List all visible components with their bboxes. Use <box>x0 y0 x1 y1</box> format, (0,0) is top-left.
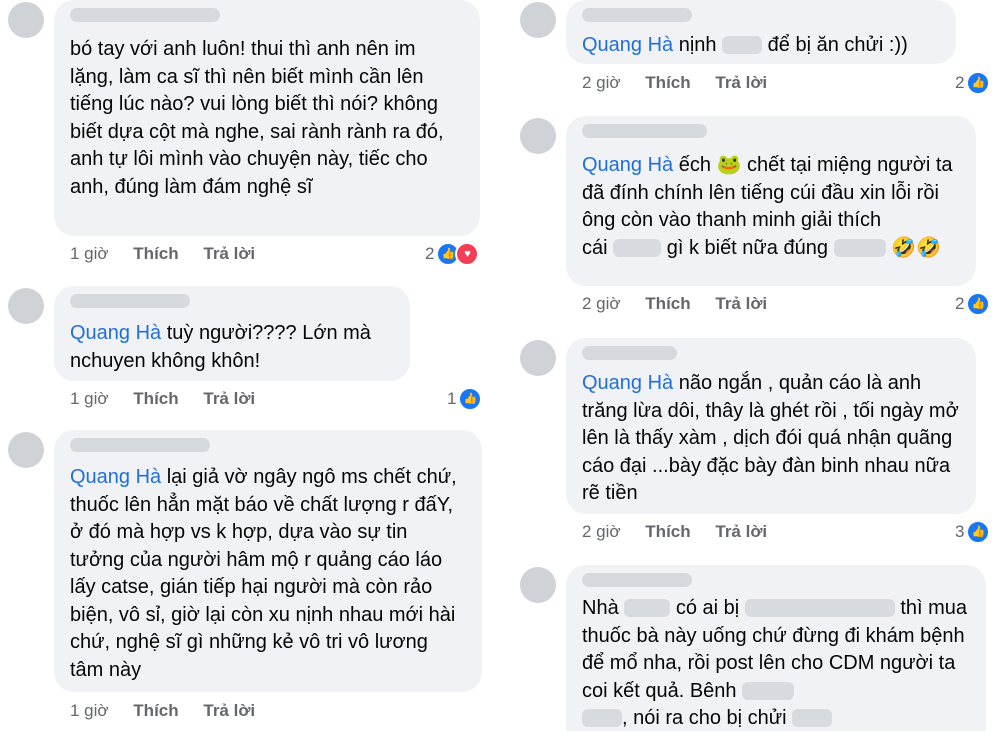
reaction-count: 2 <box>955 73 965 92</box>
timestamp[interactable]: 1 giờ <box>70 244 109 263</box>
reply-button[interactable]: Trả lời <box>715 522 767 541</box>
comment-bubble: Quang Hà nịnh để bị ăn chửi :)) <box>566 0 956 64</box>
blurred-text <box>742 681 795 700</box>
comment-bubble: Nhà có ai bị thì mua thuốc bà này uống c… <box>566 565 986 731</box>
avatar[interactable] <box>520 118 556 154</box>
author-name[interactable] <box>70 294 190 308</box>
comment-actions: 1 giờ Thích Trả lời <box>70 388 275 410</box>
comment-text: Quang Hà lại giả vờ ngây ngô ms chết chứ… <box>70 466 457 681</box>
reaction-count: 3 <box>955 522 965 541</box>
avatar[interactable] <box>520 567 556 603</box>
timestamp[interactable]: 2 giờ <box>582 294 621 313</box>
reaction-count: 1 <box>447 389 457 408</box>
mention-link[interactable]: Quang Hà <box>582 154 673 176</box>
comment-actions: 2 giờ Thích Trả lời <box>582 293 787 315</box>
mention-link[interactable]: Quang Hà <box>582 34 673 56</box>
reaction-count: 2 <box>425 244 435 263</box>
blurred-text <box>624 599 671 617</box>
author-name[interactable] <box>70 8 220 22</box>
like-icon: 👍 <box>966 71 991 95</box>
blurred-text <box>722 36 763 54</box>
author-name[interactable] <box>582 8 692 22</box>
like-button[interactable]: Thích <box>645 73 690 92</box>
like-icon: 👍 <box>966 520 991 544</box>
reaction-summary[interactable]: 2 👍 <box>955 292 991 316</box>
comment-actions: 2 giờ Thích Trả lời <box>582 521 787 543</box>
reaction-summary[interactable]: 2 👍 <box>955 71 991 95</box>
timestamp[interactable]: 2 giờ <box>582 73 621 92</box>
comment-text: Quang Hà ếch 🐸 chết tại miệng người ta đ… <box>582 154 953 259</box>
like-button[interactable]: Thích <box>133 244 178 263</box>
comment-text: Quang Hà tuỳ người???? Lớn mà nchuyen kh… <box>70 322 371 372</box>
comment-text: Nhà có ai bị thì mua thuốc bà này uống c… <box>582 597 968 729</box>
avatar[interactable] <box>8 432 44 468</box>
timestamp[interactable]: 1 giờ <box>70 389 109 408</box>
author-name[interactable] <box>582 124 707 138</box>
mention-link[interactable]: Quang Hà <box>582 372 673 394</box>
blurred-text <box>744 599 895 617</box>
avatar[interactable] <box>8 288 44 324</box>
like-button[interactable]: Thích <box>133 701 178 720</box>
like-button[interactable]: Thích <box>645 294 690 313</box>
like-icon: 👍 <box>966 292 991 316</box>
mention-link[interactable]: Quang Hà <box>70 322 161 344</box>
blurred-text <box>582 709 622 727</box>
like-icon: 👍 <box>458 387 483 411</box>
blurred-text <box>833 238 886 257</box>
reply-button[interactable]: Trả lời <box>715 294 767 313</box>
comment-actions: 1 giờ Thích Trả lời <box>70 700 275 722</box>
reply-button[interactable]: Trả lời <box>203 244 255 263</box>
reply-button[interactable]: Trả lời <box>203 701 255 720</box>
author-name[interactable] <box>582 573 692 587</box>
love-icon: ♥ <box>455 242 480 266</box>
comment-actions: 1 giờ Thích Trả lời <box>70 243 275 265</box>
reaction-summary[interactable]: 2 👍 ♥ <box>425 242 480 266</box>
comment-bubble: Quang Hà ếch 🐸 chết tại miệng người ta đ… <box>566 116 976 286</box>
author-name[interactable] <box>582 346 677 360</box>
avatar[interactable] <box>520 340 556 376</box>
comment-bubble: bó tay với anh luôn! thui thì anh nên im… <box>54 0 480 236</box>
like-button[interactable]: Thích <box>133 389 178 408</box>
timestamp[interactable]: 1 giờ <box>70 701 109 720</box>
comment-text: Quang Hà não ngắn , quản cáo là anh trăn… <box>582 372 959 504</box>
reaction-summary[interactable]: 3 👍 <box>955 520 991 544</box>
frog-emoji: 🐸 <box>716 154 742 176</box>
comment-text: bó tay với anh luôn! thui thì anh nên im… <box>70 38 444 198</box>
reply-button[interactable]: Trả lời <box>203 389 255 408</box>
comment-bubble: Quang Hà lại giả vờ ngây ngô ms chết chứ… <box>54 430 482 692</box>
comment-bubble: Quang Hà tuỳ người???? Lớn mà nchuyen kh… <box>54 286 410 381</box>
reply-button[interactable]: Trả lời <box>715 73 767 92</box>
like-button[interactable]: Thích <box>645 522 690 541</box>
laugh-emoji: 🤣🤣 <box>891 236 941 259</box>
reaction-summary[interactable]: 1 👍 <box>447 387 483 411</box>
comment-actions: 2 giờ Thích Trả lời <box>582 72 787 94</box>
blurred-text <box>792 709 833 727</box>
avatar[interactable] <box>8 2 44 38</box>
blurred-text <box>613 238 662 257</box>
comment-bubble: Quang Hà não ngắn , quản cáo là anh trăn… <box>566 338 976 514</box>
author-name[interactable] <box>70 438 210 452</box>
avatar[interactable] <box>520 2 556 38</box>
timestamp[interactable]: 2 giờ <box>582 522 621 541</box>
comment-text: Quang Hà nịnh để bị ăn chửi :)) <box>582 34 908 56</box>
reaction-count: 2 <box>955 294 965 313</box>
mention-link[interactable]: Quang Hà <box>70 466 161 488</box>
